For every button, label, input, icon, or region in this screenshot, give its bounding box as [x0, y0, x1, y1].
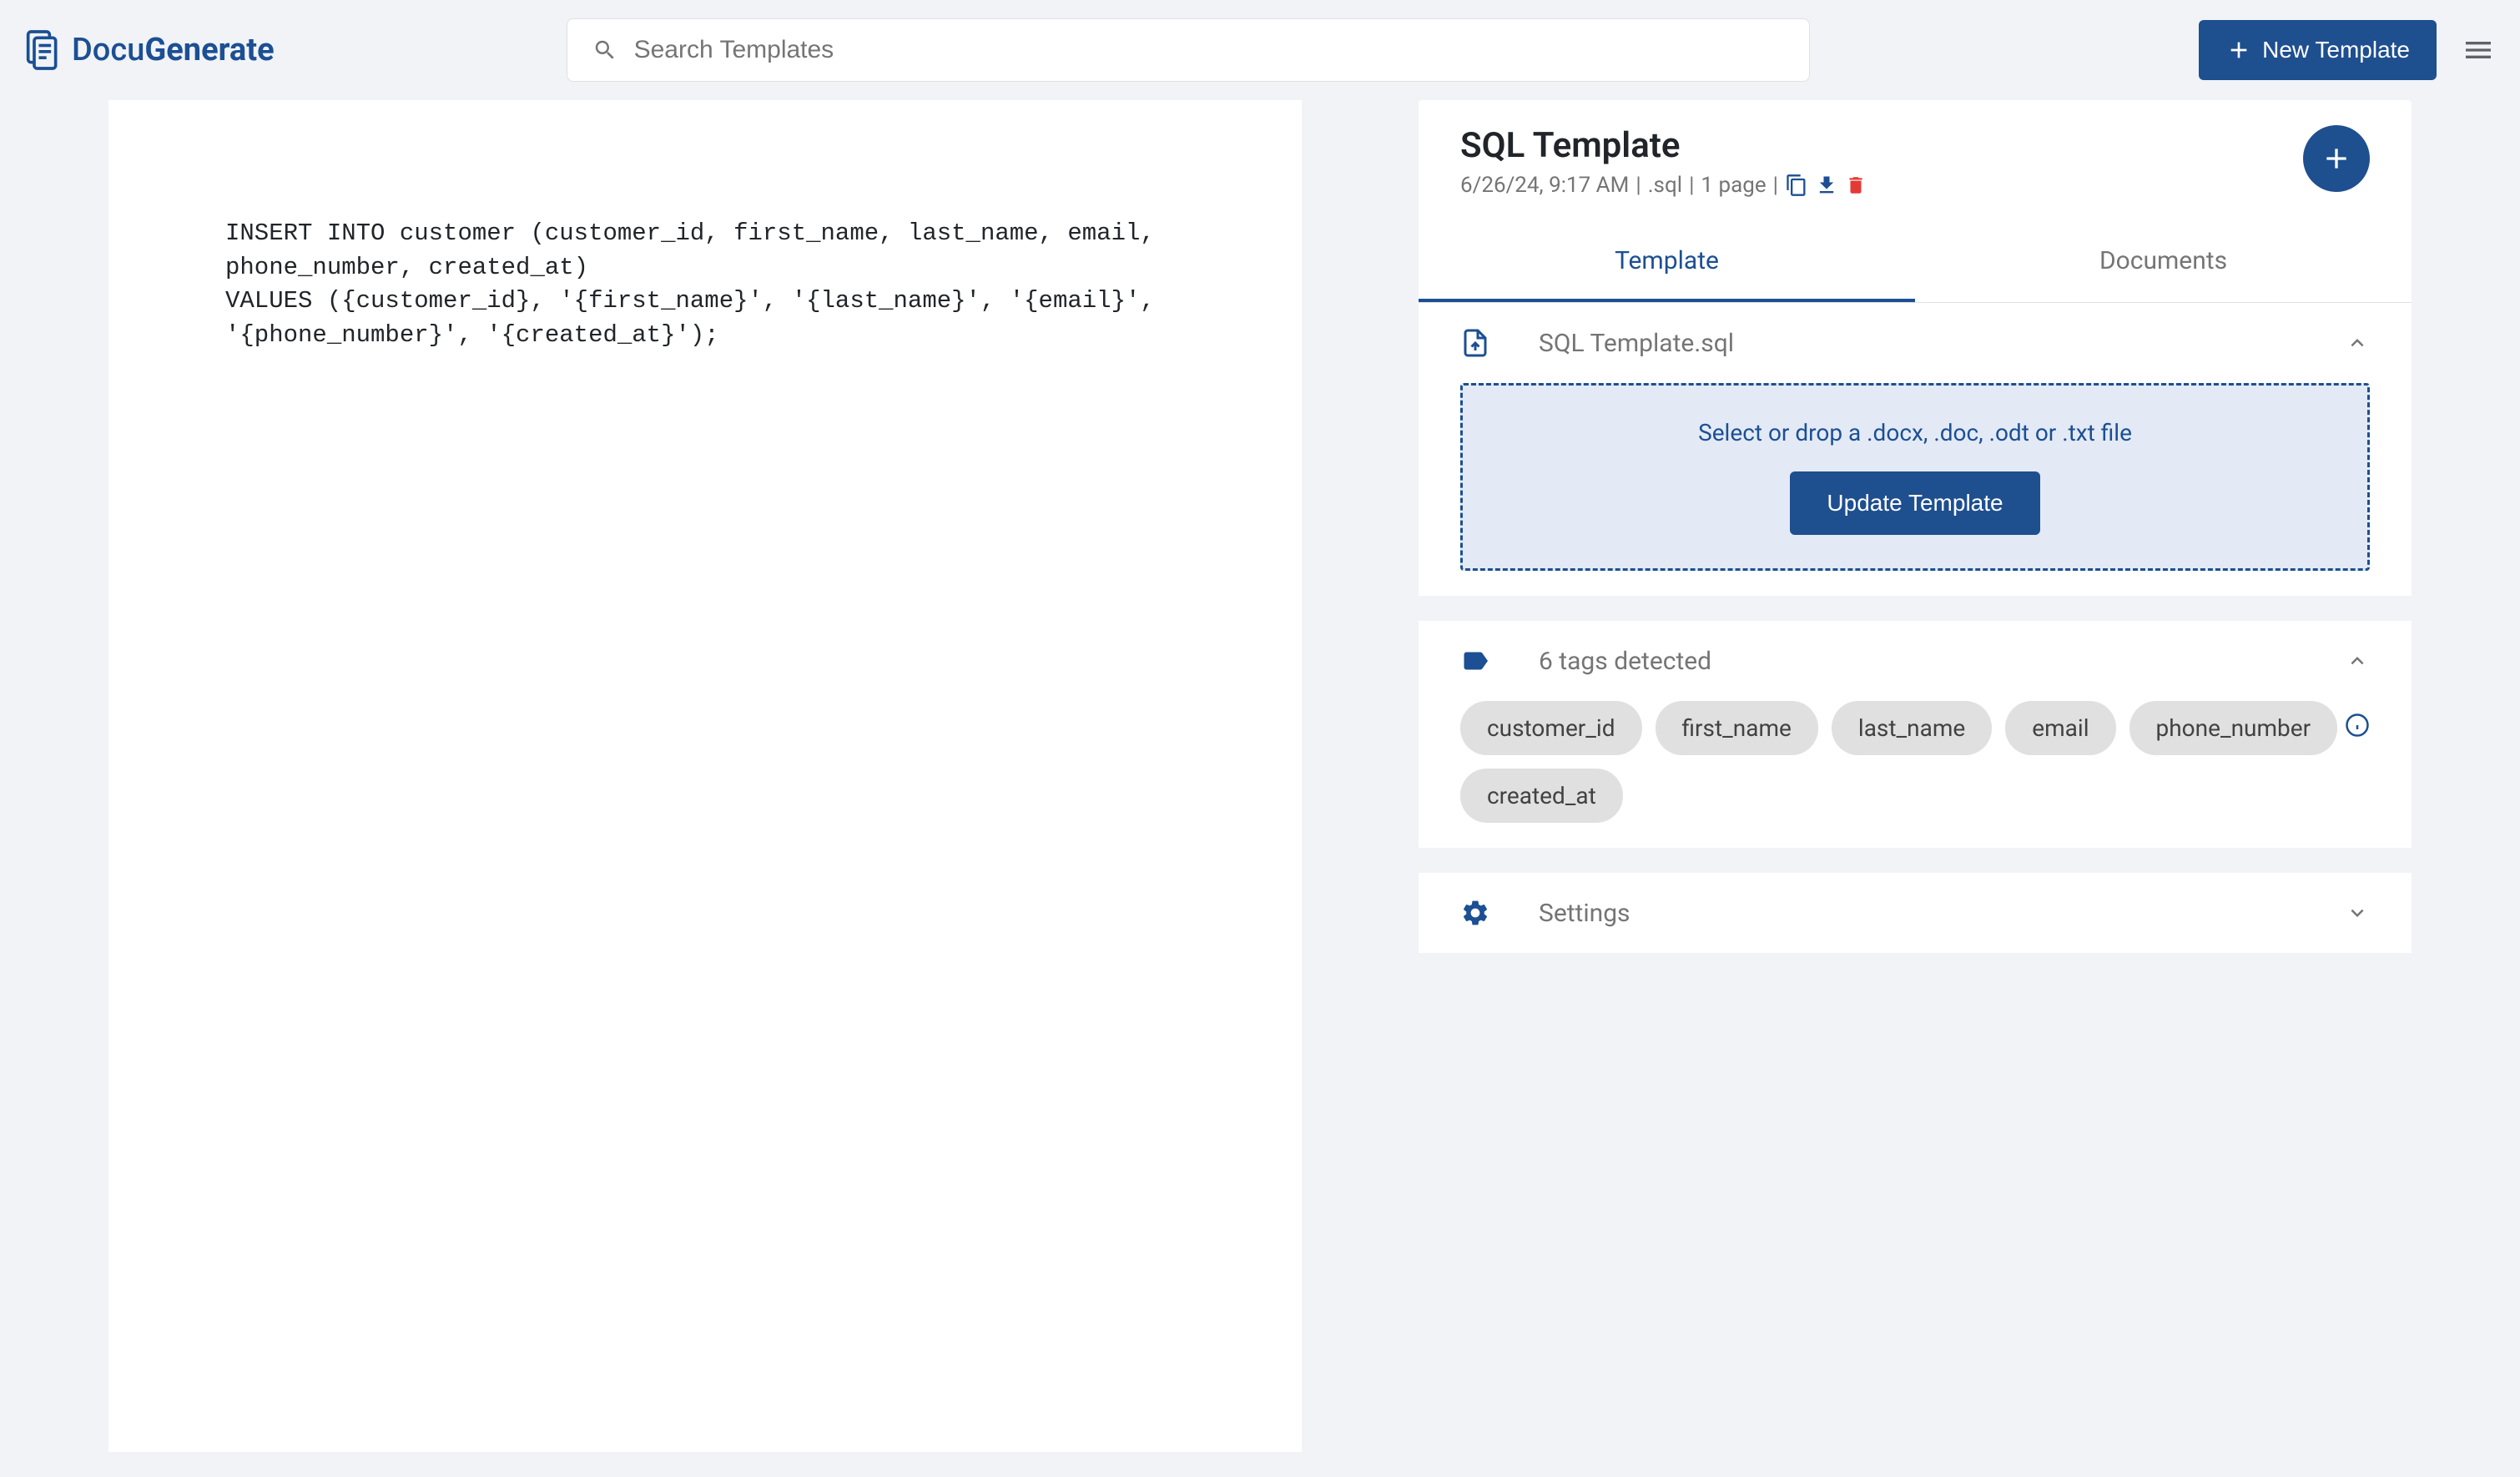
main-content: INSERT INTO customer (customer_id, first…	[0, 100, 2520, 1452]
logo-icon	[25, 28, 62, 73]
gear-icon	[1460, 898, 1490, 928]
copy-icon[interactable]	[1785, 174, 1808, 197]
tag-chip[interactable]: first_name	[1656, 701, 1818, 755]
new-template-button[interactable]: New Template	[2199, 20, 2437, 80]
file-dropzone[interactable]: Select or drop a .docx, .doc, .odt or .t…	[1460, 383, 2370, 571]
chevron-up-icon	[2345, 648, 2370, 673]
file-section: SQL Template.sql Select or drop a .docx,…	[1419, 303, 2412, 596]
tag-chip[interactable]: phone_number	[2129, 701, 2338, 755]
app-header: DocuGenerate New Template	[0, 0, 2520, 100]
meta-pages: 1 page	[1701, 173, 1766, 198]
tabs: Template Documents	[1419, 223, 2412, 303]
add-fab-button[interactable]	[2303, 125, 2370, 192]
hamburger-menu-icon[interactable]	[2462, 33, 2495, 67]
plus-icon	[2225, 37, 2252, 63]
tab-template[interactable]: Template	[1419, 223, 1915, 302]
plus-icon	[2320, 142, 2353, 175]
tags-container: customer_id first_name last_name email p…	[1460, 701, 2370, 823]
tag-chip[interactable]: customer_id	[1460, 701, 1642, 755]
settings-section: Settings	[1419, 873, 2412, 953]
side-panel: SQL Template 6/26/24, 9:17 AM | .sql | 1…	[1419, 100, 2412, 1452]
tags-section-header[interactable]: 6 tags detected	[1460, 646, 2370, 676]
settings-title: Settings	[1539, 899, 2296, 928]
logo-text-prefix: Docu	[72, 32, 144, 68]
search-icon	[592, 38, 617, 63]
settings-section-header[interactable]: Settings	[1460, 898, 2370, 928]
tag-chip[interactable]: last_name	[1832, 701, 1992, 755]
search-input[interactable]	[634, 36, 1784, 64]
tags-title: 6 tags detected	[1539, 647, 2296, 676]
template-title: SQL Template	[1460, 125, 1867, 166]
tag-chip[interactable]: created_at	[1460, 769, 1623, 823]
search-box[interactable]	[567, 18, 1810, 82]
tag-icon	[1460, 646, 1490, 676]
delete-icon[interactable]	[1845, 174, 1867, 196]
meta-date: 6/26/24, 9:17 AM	[1460, 173, 1629, 198]
file-section-header[interactable]: SQL Template.sql	[1460, 328, 2370, 358]
update-template-button[interactable]: Update Template	[1790, 471, 2039, 535]
code-preview: INSERT INTO customer (customer_id, first…	[225, 217, 1185, 352]
panel-header: SQL Template 6/26/24, 9:17 AM | .sql | 1…	[1419, 100, 2412, 223]
logo-text-suffix: Generate	[144, 32, 274, 68]
file-upload-icon	[1460, 328, 1490, 358]
chevron-up-icon	[2345, 330, 2370, 355]
chevron-down-icon	[2345, 900, 2370, 925]
info-icon[interactable]	[2345, 713, 2370, 741]
meta-extension: .sql	[1648, 173, 1682, 198]
template-meta: 6/26/24, 9:17 AM | .sql | 1 page |	[1460, 173, 1867, 198]
new-template-label: New Template	[2262, 37, 2410, 63]
tags-section: 6 tags detected customer_id first_name l…	[1419, 621, 2412, 848]
file-name: SQL Template.sql	[1539, 329, 2296, 358]
dropzone-text: Select or drop a .docx, .doc, .odt or .t…	[1496, 419, 2334, 446]
download-icon[interactable]	[1815, 174, 1838, 197]
preview-pane: INSERT INTO customer (customer_id, first…	[108, 100, 1302, 1452]
tab-documents[interactable]: Documents	[1915, 223, 2412, 302]
logo[interactable]: DocuGenerate	[25, 28, 275, 73]
tag-chip[interactable]: email	[2005, 701, 2115, 755]
